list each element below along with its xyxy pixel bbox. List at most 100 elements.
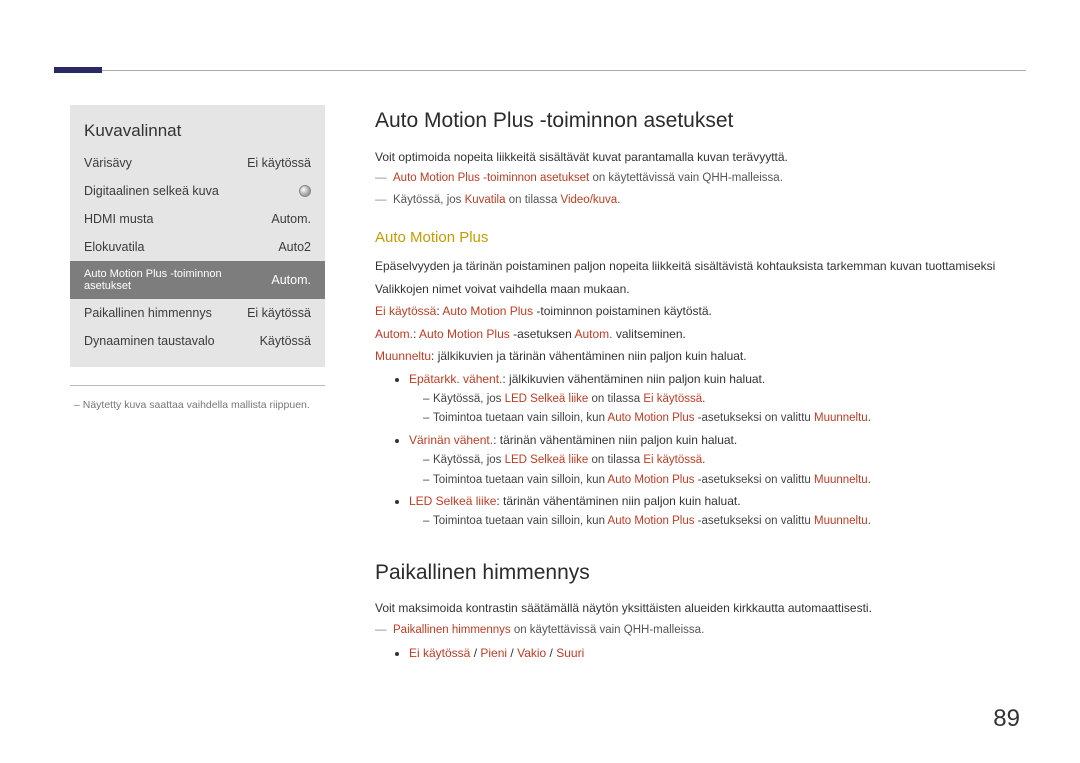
note-red: Auto Motion Plus -toiminnon asetukset (393, 172, 589, 184)
t: : jälkikuvien ja tärinän vähentäminen ni… (431, 349, 747, 363)
text-column: Auto Motion Plus -toiminnon asetukset Vo… (375, 105, 1020, 665)
bullet-blur: Epätarkk. vähent.: jälkikuvien vähentämi… (409, 370, 1020, 428)
t: -asetukseksi on valittu (694, 515, 814, 527)
menu-column: Kuvavalinnat Värisävy Ei käytössä Digita… (70, 105, 325, 665)
t: valitseminen. (612, 327, 685, 341)
bullet-led-clear: LED Selkeä liike: tärinän vähentäminen n… (409, 492, 1020, 530)
t: on tilassa (588, 454, 643, 466)
page-content: Kuvavalinnat Värisävy Ei käytössä Digita… (70, 105, 1020, 665)
note-qhh-dimming: Paikallinen himmennys on käytettävissä v… (375, 622, 1020, 640)
menu-label: Auto Motion Plus -toiminnon asetukset (84, 268, 271, 292)
t: Muunneltu (814, 474, 868, 486)
sub: Käytössä, jos LED Selkeä liike on tilass… (423, 452, 1020, 470)
menu-title: Kuvavalinnat (70, 119, 325, 149)
t: on käytettävissä vain QHH-malleissa. (511, 624, 705, 636)
note-kuvatila: Käytössä, jos Kuvatila on tilassa Video/… (375, 192, 1020, 210)
t: Värinän vähent. (409, 433, 493, 447)
menu-value: Ei käytössä (247, 156, 311, 170)
menu-label: Paikallinen himmennys (84, 306, 212, 320)
t: Autom. (574, 327, 612, 341)
section-title-amp: Auto Motion Plus -toiminnon asetukset (375, 105, 1020, 138)
t: Toimintoa tuetaan vain silloin, kun (433, 474, 608, 486)
menu-value: Ei käytössä (247, 306, 311, 320)
menu-label: HDMI musta (84, 212, 153, 226)
menu-row-local-dimming[interactable]: Paikallinen himmennys Ei käytössä (70, 299, 325, 327)
t: Käytössä, jos (393, 194, 465, 206)
menu-row-auto-motion-plus[interactable]: Auto Motion Plus -toiminnon asetukset Au… (70, 261, 325, 299)
opt-custom: Muunneltu: jälkikuvien ja tärinän vähent… (375, 347, 1020, 366)
t: Käytössä, jos (433, 454, 505, 466)
opt-auto: Autom.: Auto Motion Plus -asetuksen Auto… (375, 325, 1020, 344)
menu-value: Autom. (271, 273, 311, 287)
t: on tilassa (506, 194, 561, 206)
t: on tilassa (588, 393, 643, 405)
subsection-title-amp: Auto Motion Plus (375, 226, 1020, 249)
t: LED Selkeä liike (409, 494, 496, 508)
t: Kuvatila (465, 194, 506, 206)
t: -asetuksen (510, 327, 575, 341)
t: Käytössä, jos (433, 393, 505, 405)
accent-bar (54, 67, 102, 73)
picture-options-menu: Kuvavalinnat Värisävy Ei käytössä Digita… (70, 105, 325, 367)
t: LED Selkeä liike (505, 454, 589, 466)
menu-value: Auto2 (278, 240, 311, 254)
t: Suuri (556, 646, 584, 660)
t: Auto Motion Plus (608, 412, 695, 424)
t: Auto Motion Plus (608, 474, 695, 486)
menu-label: Elokuvatila (84, 240, 144, 254)
t: Auto Motion Plus (419, 327, 510, 341)
t: Toimintoa tuetaan vain silloin, kun (433, 515, 608, 527)
section-local-dimming: Paikallinen himmennys Voit maksimoida ko… (375, 557, 1020, 663)
menu-row-digital-clear[interactable]: Digitaalinen selkeä kuva (70, 177, 325, 205)
menu-row-dynamic-backlight[interactable]: Dynaaminen taustavalo Käytössä (70, 327, 325, 355)
opt-off: Ei käytössä: Auto Motion Plus -toiminnon… (375, 302, 1020, 321)
t: Toimintoa tuetaan vain silloin, kun (433, 412, 608, 424)
menu-label: Digitaalinen selkeä kuva (84, 184, 219, 198)
t: Vakio (517, 646, 546, 660)
t: -asetukseksi on valittu (694, 474, 814, 486)
sub: Toimintoa tuetaan vain silloin, kun Auto… (423, 513, 1020, 531)
t: Epätarkk. vähent. (409, 372, 502, 386)
menu-label: Värisävy (84, 156, 132, 170)
note-qhh: Auto Motion Plus -toiminnon asetukset on… (375, 170, 1020, 188)
t: -asetukseksi on valittu (694, 412, 814, 424)
t: Ei käytössä (375, 304, 436, 318)
t: Auto Motion Plus (442, 304, 533, 318)
page-number: 89 (993, 705, 1020, 733)
t: Auto Motion Plus (608, 515, 695, 527)
t: LED Selkeä liike (505, 393, 589, 405)
menu-value: Autom. (271, 212, 311, 226)
menu-value: Käytössä (260, 334, 311, 348)
t: Ei käytössä (643, 393, 702, 405)
t: Autom. (375, 327, 413, 341)
menu-row-color-tone[interactable]: Värisävy Ei käytössä (70, 149, 325, 177)
note-rest: on käytettävissä vain QHH-malleissa. (589, 172, 783, 184)
dimming-options: Ei käytössä / Pieni / Vakio / Suuri (375, 644, 1020, 663)
t: Muunneltu (814, 412, 868, 424)
menu-row-hdmi-black[interactable]: HDMI musta Autom. (70, 205, 325, 233)
t: Ei käytössä (409, 646, 470, 660)
t: Pieni (480, 646, 507, 660)
t: Muunneltu (375, 349, 431, 363)
sub: Toimintoa tuetaan vain silloin, kun Auto… (423, 410, 1020, 428)
section-title-dimming: Paikallinen himmennys (375, 557, 1020, 590)
sub: Käytössä, jos LED Selkeä liike on tilass… (423, 391, 1020, 409)
opt-list: Ei käytössä / Pieni / Vakio / Suuri (409, 644, 1020, 663)
toggle-icon[interactable] (299, 185, 311, 197)
t: Muunneltu (814, 515, 868, 527)
t: Paikallinen himmennys (393, 624, 511, 636)
top-rule (54, 70, 1026, 71)
t: Ei käytössä (643, 454, 702, 466)
intro-text: Voit maksimoida kontrastin säätämällä nä… (375, 599, 1020, 618)
t: : tärinän vähentäminen niin paljon kuin … (493, 433, 737, 447)
menu-label: Dynaaminen taustavalo (84, 334, 215, 348)
t: : jälkikuvien vähentäminen niin paljon k… (502, 372, 765, 386)
sub: Toimintoa tuetaan vain silloin, kun Auto… (423, 472, 1020, 490)
p: Epäselvyyden ja tärinän poistaminen palj… (375, 257, 1020, 276)
menu-row-film-mode[interactable]: Elokuvatila Auto2 (70, 233, 325, 261)
custom-bullets: Epätarkk. vähent.: jälkikuvien vähentämi… (375, 370, 1020, 531)
t: -toiminnon poistaminen käytöstä. (533, 304, 712, 318)
intro-text: Voit optimoida nopeita liikkeitä sisältä… (375, 148, 1020, 167)
t: : tärinän vähentäminen niin paljon kuin … (496, 494, 740, 508)
bullet-judder: Värinän vähent.: tärinän vähentäminen ni… (409, 431, 1020, 489)
